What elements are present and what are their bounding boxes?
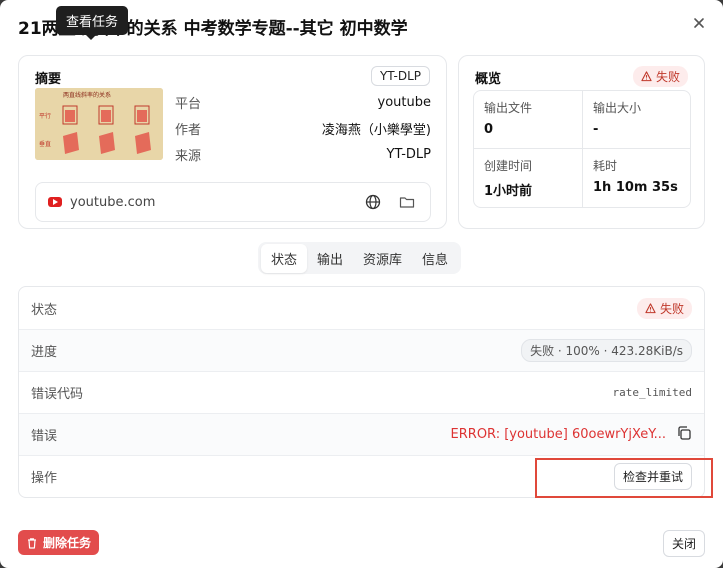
overview-cell-label: 输出大小 <box>593 101 642 115</box>
overview-heading: 概览 <box>475 72 502 87</box>
check-retry-button[interactable]: 检查并重试 <box>613 463 692 490</box>
video-thumbnail: 两直线斜率的关系 平行 垂直 <box>35 88 163 160</box>
meta-row-platform: 平台 youtube <box>175 90 431 114</box>
folder-icon[interactable] <box>396 191 418 213</box>
detail-row-status: 状态 失败 <box>19 287 704 329</box>
detail-row-error: 错误 ERROR: [youtube] 60oewrYjXeY... <box>19 413 704 455</box>
svg-text:垂直: 垂直 <box>39 140 51 148</box>
overview-cell-output-files: 输出文件 0 <box>474 91 582 148</box>
overview-cell-created: 创建时间 1小时前 <box>474 148 582 207</box>
tab-output[interactable]: 输出 <box>307 244 353 273</box>
overview-cell-duration: 耗时 1h 10m 35s <box>582 148 690 207</box>
trash-icon <box>28 537 36 549</box>
status-badge: 失败 <box>632 66 688 87</box>
detail-row-error-code: 错误代码 rate_limited <box>19 371 704 413</box>
tab-library[interactable]: 资源库 <box>353 244 412 273</box>
detail-label: 错误代码 <box>31 387 84 402</box>
svg-text:平行: 平行 <box>39 112 51 120</box>
meta-row-source: 来源 YT-DLP <box>175 142 431 166</box>
overview-grid: 输出文件 0 输出大小 - 创建时间 1小时前 耗时 1h 10m 35s <box>473 90 691 208</box>
meta-label: 来源 <box>175 148 202 164</box>
meta-value: 凌海燕（小樂學堂) <box>321 122 431 138</box>
extractor-badge: YT-DLP <box>370 66 430 86</box>
error-message: ERROR: [youtube] 60oewrYjXeY... <box>450 427 666 442</box>
progress-value: 失败 · 100% · 423.28KiB/s <box>521 339 692 362</box>
meta-value: YT-DLP <box>386 146 431 162</box>
status-badge-text: 失败 <box>659 301 684 316</box>
overview-card: 概览 失败 输出文件 0 输出大小 - 创建时间 1小时前 耗时 1h 10m … <box>458 55 705 229</box>
youtube-icon <box>48 197 62 207</box>
detail-row-progress: 进度 失败 · 100% · 423.28KiB/s <box>19 329 704 371</box>
summary-heading: 摘要 <box>35 72 62 87</box>
svg-text:两直线斜率的关系: 两直线斜率的关系 <box>63 91 111 99</box>
overview-cell-value: - <box>593 122 599 137</box>
error-code-value: rate_limited <box>612 386 692 399</box>
source-link-box: youtube.com <box>35 182 431 222</box>
detail-label: 错误 <box>31 429 58 444</box>
summary-card: 摘要 YT-DLP 两直线斜率的关系 平行 垂直 平台 youtube 作者 凌… <box>18 55 447 229</box>
status-badge-text: 失败 <box>655 70 680 84</box>
delete-task-button[interactable]: 删除任务 <box>18 530 100 555</box>
overview-cell-value: 1小时前 <box>484 184 533 199</box>
meta-row-author: 作者 凌海燕（小樂學堂) <box>175 116 431 140</box>
tooltip: 查看任务 <box>56 6 129 40</box>
globe-icon[interactable] <box>362 191 384 213</box>
tab-bar: 状态 输出 资源库 信息 <box>258 242 462 274</box>
overview-cell-value: 1h 10m 35s <box>593 180 678 195</box>
warning-icon <box>641 71 652 82</box>
overview-cell-label: 输出文件 <box>484 101 533 115</box>
error-wrap: ERROR: [youtube] 60oewrYjXeY... <box>451 425 692 445</box>
task-dialog: 21两直线斜率的关系 中考数学专题--其它 初中数学 查看任务 摘要 YT-DL… <box>0 0 723 568</box>
delete-task-label: 删除任务 <box>43 536 92 550</box>
status-details: 状态 失败 进度 失败 · 100% · 423.28KiB/s 错误代码 ra… <box>18 286 705 498</box>
tab-status[interactable]: 状态 <box>261 243 308 273</box>
meta-value: youtube <box>377 94 431 110</box>
tab-info[interactable]: 信息 <box>412 244 458 273</box>
status-badge: 失败 <box>636 297 692 319</box>
close-icon[interactable] <box>693 14 705 33</box>
overview-cell-label: 耗时 <box>593 159 618 173</box>
meta-label: 作者 <box>175 122 202 138</box>
detail-label: 状态 <box>31 302 58 318</box>
overview-cell-label: 创建时间 <box>484 159 533 173</box>
detail-label: 进度 <box>31 345 58 360</box>
copy-icon[interactable] <box>676 425 692 445</box>
detail-row-action: 操作 检查并重试 <box>19 455 704 497</box>
detail-label: 操作 <box>31 471 58 486</box>
source-domain: youtube.com <box>70 194 156 210</box>
warning-icon <box>645 302 656 313</box>
overview-cell-value: 0 <box>484 122 494 137</box>
close-button[interactable]: 关闭 <box>663 530 706 557</box>
meta-label: 平台 <box>175 96 202 112</box>
overview-cell-output-size: 输出大小 - <box>582 91 690 148</box>
